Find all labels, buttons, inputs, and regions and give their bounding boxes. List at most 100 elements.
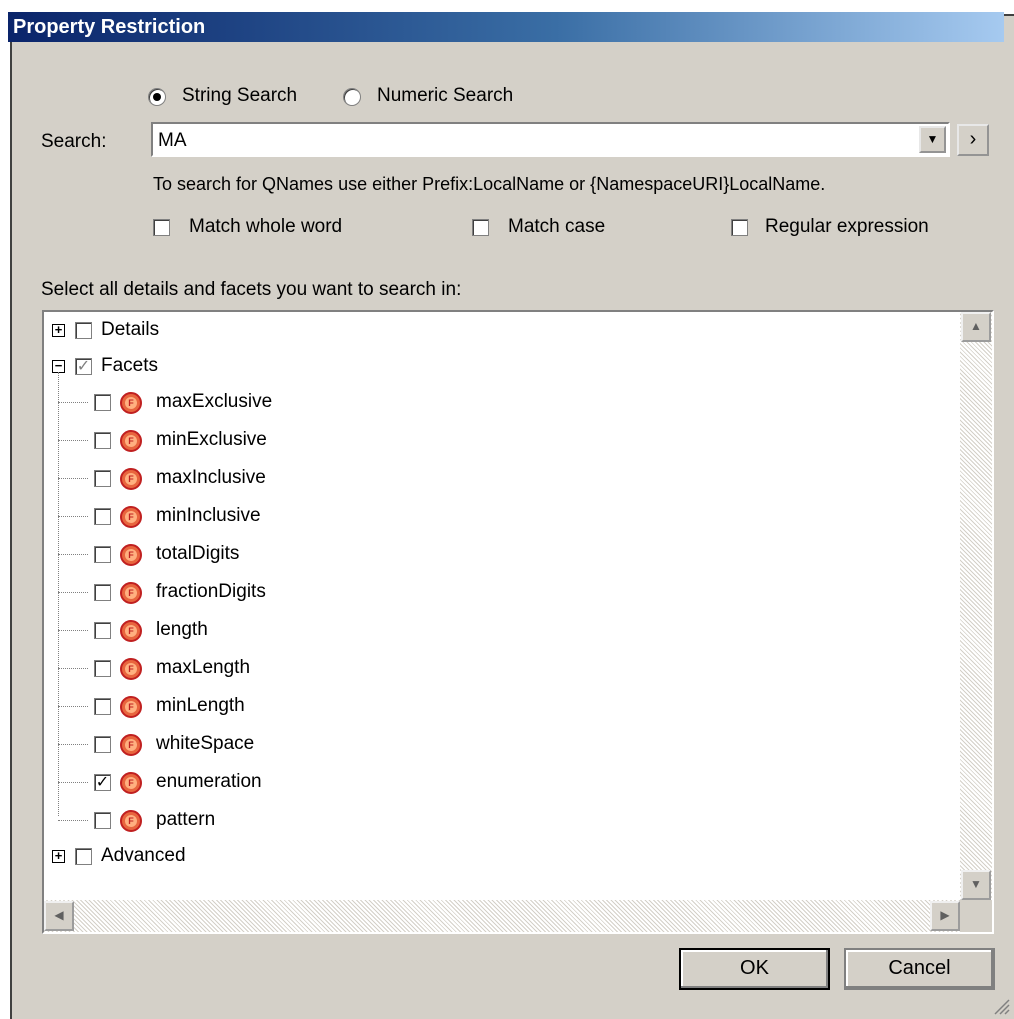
- facet-label: fractionDigits: [156, 581, 266, 602]
- facet-icon: F: [120, 696, 142, 718]
- facets-tree[interactable]: + Details − ✓ Facets FmaxExclusive FminEx…: [42, 310, 994, 934]
- scroll-right-icon[interactable]: ▶: [930, 901, 960, 931]
- facet-item[interactable]: FtotalDigits: [44, 540, 944, 570]
- ok-button[interactable]: OK: [679, 948, 830, 990]
- facets-label: Facets: [101, 355, 159, 376]
- tree-connector-line: [58, 744, 88, 745]
- tree-connector-line: [58, 516, 88, 517]
- facet-checkbox[interactable]: [94, 660, 111, 677]
- facet-label: length: [156, 619, 208, 640]
- scroll-left-icon[interactable]: ◀: [44, 901, 74, 931]
- tree-connector-line: [58, 440, 88, 441]
- facet-checkbox[interactable]: ✓: [94, 774, 111, 791]
- tree-node-details[interactable]: + Details: [44, 316, 944, 346]
- facet-checkbox[interactable]: [94, 736, 111, 753]
- facet-checkbox[interactable]: [94, 508, 111, 525]
- facet-item[interactable]: Flength: [44, 616, 944, 646]
- numeric-search-radio[interactable]: [343, 88, 361, 106]
- tree-connector-line: [58, 592, 88, 593]
- tree-connector-line: [58, 782, 88, 783]
- qname-hint: To search for QNames use either Prefix:L…: [153, 174, 826, 194]
- tree-connector-line: [58, 554, 88, 555]
- details-checkbox[interactable]: [75, 322, 92, 339]
- facet-icon: F: [120, 468, 142, 490]
- scroll-up-icon[interactable]: ▲: [961, 312, 991, 342]
- facet-item[interactable]: FwhiteSpace: [44, 730, 944, 760]
- facet-item[interactable]: FfractionDigits: [44, 578, 944, 608]
- match-whole-word-label[interactable]: Match whole word: [189, 216, 342, 238]
- expand-plus-icon[interactable]: +: [52, 323, 65, 337]
- facet-icon: F: [120, 506, 142, 528]
- search-combobox[interactable]: MA ▼: [151, 122, 950, 157]
- facet-icon: F: [120, 582, 142, 604]
- facet-label: minLength: [156, 695, 245, 716]
- tree-connector-line: [58, 402, 88, 403]
- match-case-checkbox[interactable]: [472, 219, 489, 236]
- facet-item[interactable]: Fpattern: [44, 806, 944, 836]
- facet-item[interactable]: FminExclusive: [44, 426, 944, 456]
- facet-item[interactable]: FminLength: [44, 692, 944, 722]
- search-label: Search:: [41, 131, 107, 152]
- numeric-search-label[interactable]: Numeric Search: [377, 85, 513, 107]
- tree-connector-line: [58, 668, 88, 669]
- facet-icon: F: [120, 734, 142, 756]
- dropdown-arrow-icon[interactable]: ▼: [919, 126, 946, 153]
- regular-expression-checkbox[interactable]: [731, 219, 748, 236]
- tree-node-advanced[interactable]: + Advanced: [44, 842, 944, 872]
- scroll-down-icon[interactable]: ▼: [961, 870, 991, 900]
- horizontal-scrollbar[interactable]: ◀ ▶: [44, 900, 960, 932]
- facet-item[interactable]: FmaxLength: [44, 654, 944, 684]
- cancel-button[interactable]: Cancel: [844, 948, 995, 990]
- facet-checkbox[interactable]: [94, 698, 111, 715]
- string-search-label[interactable]: String Search: [182, 85, 297, 107]
- facet-label: minExclusive: [156, 429, 267, 450]
- advanced-label: Advanced: [101, 845, 186, 866]
- search-go-button[interactable]: ›: [957, 124, 989, 156]
- string-search-radio[interactable]: [148, 88, 166, 106]
- facet-checkbox[interactable]: [94, 432, 111, 449]
- tree-connector-line: [58, 820, 88, 821]
- facets-checkbox[interactable]: ✓: [75, 358, 92, 375]
- tree-connector-line: [58, 478, 88, 479]
- facet-icon: F: [120, 772, 142, 794]
- facet-label: maxInclusive: [156, 467, 266, 488]
- facet-item[interactable]: FmaxInclusive: [44, 464, 944, 494]
- resize-grip-icon[interactable]: [990, 995, 1010, 1015]
- facet-label: whiteSpace: [156, 733, 255, 754]
- tree-connector-line: [58, 630, 88, 631]
- dialog-title: Property Restriction: [13, 16, 206, 38]
- facet-checkbox[interactable]: [94, 622, 111, 639]
- facet-label: totalDigits: [156, 543, 240, 564]
- match-whole-word-checkbox[interactable]: [153, 219, 170, 236]
- chevron-right-icon: ›: [969, 128, 977, 150]
- match-case-label[interactable]: Match case: [508, 216, 605, 238]
- facet-icon: F: [120, 544, 142, 566]
- facet-label: enumeration: [156, 771, 262, 792]
- tree-node-facets[interactable]: − ✓ Facets: [44, 352, 944, 382]
- facet-checkbox[interactable]: [94, 394, 111, 411]
- facet-checkbox[interactable]: [94, 812, 111, 829]
- scrollbar-corner: [960, 900, 992, 932]
- vertical-scrollbar[interactable]: ▲ ▼: [960, 312, 992, 900]
- facet-icon: F: [120, 392, 142, 414]
- details-label: Details: [101, 319, 160, 340]
- facet-label: minInclusive: [156, 505, 261, 526]
- facet-icon: F: [120, 430, 142, 452]
- facet-item[interactable]: FminInclusive: [44, 502, 944, 532]
- facet-icon: F: [120, 620, 142, 642]
- facet-checkbox[interactable]: [94, 546, 111, 563]
- facet-item[interactable]: ✓ Fenumeration: [44, 768, 944, 798]
- facet-checkbox[interactable]: [94, 584, 111, 601]
- facet-icon: F: [120, 810, 142, 832]
- tree-connector-line: [58, 706, 88, 707]
- facet-item[interactable]: FmaxExclusive: [44, 388, 944, 418]
- tree-heading: Select all details and facets you want t…: [41, 279, 462, 300]
- advanced-checkbox[interactable]: [75, 848, 92, 865]
- expand-plus-icon[interactable]: +: [52, 849, 65, 863]
- facet-label: maxLength: [156, 657, 251, 678]
- regular-expression-label[interactable]: Regular expression: [765, 216, 929, 238]
- facet-checkbox[interactable]: [94, 470, 111, 487]
- title-bar[interactable]: Property Restriction: [8, 12, 1004, 42]
- facet-label: maxExclusive: [156, 391, 273, 412]
- search-input[interactable]: MA: [158, 130, 187, 152]
